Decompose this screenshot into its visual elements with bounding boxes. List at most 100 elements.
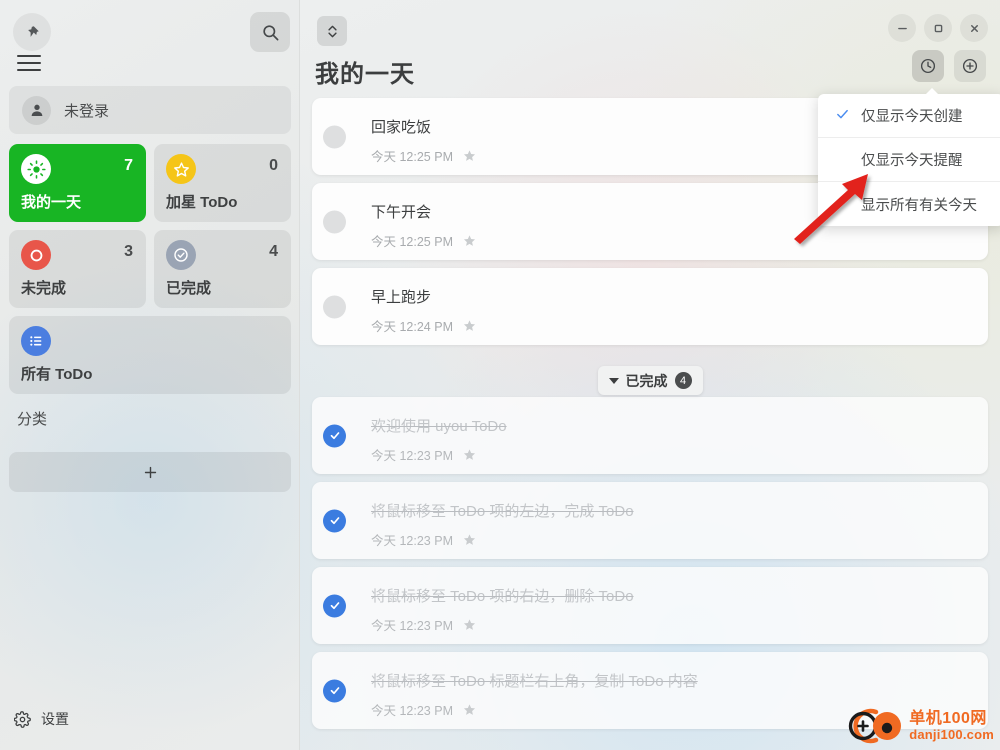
sidebar-item-label: 所有 ToDo — [21, 366, 93, 383]
check-icon — [330, 687, 339, 695]
task-meta: 今天 12:23 PM — [371, 445, 476, 464]
sidebar-item-starred[interactable]: 0 加星 ToDo — [154, 144, 291, 222]
task-time: 今天 12:25 PM — [371, 235, 453, 249]
minimize-button[interactable] — [888, 14, 916, 42]
task-title: 将鼠标移至 ToDo 项的左边，完成 ToDo — [371, 503, 634, 520]
settings-button[interactable]: 设置 — [14, 709, 69, 729]
sidebar-item-count: 3 — [124, 243, 133, 260]
task-meta: 今天 12:23 PM — [371, 700, 476, 719]
star-icon[interactable] — [463, 234, 476, 247]
sidebar-item-completed[interactable]: 4 已完成 — [154, 230, 291, 308]
task-checkbox-checked[interactable] — [323, 594, 346, 617]
task-row-completed[interactable]: 将鼠标移至 ToDo 项的右边，删除 ToDo 今天 12:23 PM — [312, 567, 988, 644]
sidebar-item-count: 7 — [124, 157, 133, 174]
task-row-completed[interactable]: 欢迎使用 uyou ToDo 今天 12:23 PM — [312, 397, 988, 474]
sidebar-item-count: 0 — [269, 157, 278, 174]
pin-button[interactable] — [13, 13, 51, 51]
caret-down-icon — [608, 377, 619, 384]
time-filter-dropdown: 仅显示今天创建 仅显示今天提醒 显示所有有关今天 — [818, 88, 1000, 226]
page-title: 我的一天 — [315, 61, 415, 88]
dropdown-item-label: 仅显示今天创建 — [861, 109, 963, 125]
star-icon[interactable] — [463, 533, 476, 546]
hamburger-icon-bar — [17, 55, 41, 57]
sun-icon — [21, 154, 51, 184]
dropdown-item-all-today[interactable]: 显示所有有关今天 — [818, 182, 1000, 226]
user-name: 未登录 — [64, 102, 110, 120]
close-icon — [970, 24, 978, 32]
plus-circle-icon — [962, 58, 978, 74]
star-icon[interactable] — [463, 319, 476, 332]
user-account-card[interactable]: 未登录 — [9, 86, 291, 134]
user-icon — [31, 104, 42, 116]
task-title: 早上跑步 — [371, 289, 432, 306]
dropdown-item-label: 显示所有有关今天 — [861, 197, 977, 214]
add-todo-button[interactable] — [954, 50, 986, 82]
task-time: 今天 12:23 PM — [371, 534, 453, 548]
task-meta: 今天 12:23 PM — [371, 615, 476, 634]
check-icon — [330, 432, 339, 440]
menu-toggle-button[interactable] — [17, 52, 41, 74]
sidebar-item-my-day[interactable]: 7 我的一天 — [9, 144, 146, 222]
clock-icon — [920, 58, 936, 74]
sidebar-tile-grid: 7 我的一天 0 加星 ToDo 3 未完成 4 已完成 所有 ToDo — [9, 144, 291, 394]
task-checkbox-checked[interactable] — [323, 424, 346, 447]
window-controls — [888, 14, 988, 42]
task-time: 今天 12:23 PM — [371, 449, 453, 463]
star-icon[interactable] — [463, 448, 476, 461]
task-meta: 今天 12:25 PM — [371, 146, 476, 165]
plus-icon — [144, 466, 156, 478]
star-icon[interactable] — [463, 703, 476, 716]
star-icon[interactable] — [463, 618, 476, 631]
check-icon — [330, 517, 339, 525]
sort-updown-icon — [327, 25, 337, 37]
main-panel: 我的一天 回家吃饭 今天 12:25 PM 下午开会 今天 12:25 PM 早… — [300, 0, 1000, 750]
star-icon[interactable] — [463, 149, 476, 162]
circle-icon — [21, 240, 51, 270]
task-time: 今天 12:25 PM — [371, 150, 453, 164]
check-icon — [835, 106, 850, 125]
sidebar-item-count: 4 — [269, 243, 278, 260]
sidebar-item-label: 未完成 — [21, 280, 67, 297]
task-row[interactable]: 早上跑步 今天 12:24 PM — [312, 268, 988, 345]
dropdown-item-created-today[interactable]: 仅显示今天创建 — [818, 94, 1000, 138]
completed-count-badge: 4 — [674, 372, 692, 389]
task-row-completed[interactable]: 将鼠标移至 ToDo 项的左边，完成 ToDo 今天 12:23 PM — [312, 482, 988, 559]
add-category-button[interactable] — [9, 452, 291, 492]
check-icon — [330, 602, 339, 610]
dropdown-item-remind-today[interactable]: 仅显示今天提醒 — [818, 138, 1000, 182]
sidebar: 未登录 7 我的一天 0 加星 ToDo 3 未完成 4 已完成 所有 ToDo… — [0, 0, 300, 750]
pin-icon — [27, 25, 39, 37]
star-icon — [166, 154, 196, 184]
sidebar-item-label: 已完成 — [166, 280, 212, 297]
maximize-button[interactable] — [924, 14, 952, 42]
task-checkbox[interactable] — [323, 210, 346, 233]
task-title: 欢迎使用 uyou ToDo — [371, 418, 507, 435]
toolbar — [912, 50, 986, 82]
task-meta: 今天 12:25 PM — [371, 231, 476, 250]
sort-button[interactable] — [317, 16, 347, 46]
task-meta: 今天 12:23 PM — [371, 530, 476, 549]
sidebar-item-label: 我的一天 — [21, 194, 82, 211]
hamburger-icon-bar — [17, 69, 41, 71]
task-checkbox-checked[interactable] — [323, 509, 346, 532]
category-section-label: 分类 — [17, 411, 48, 428]
close-button[interactable] — [960, 14, 988, 42]
task-checkbox[interactable] — [323, 125, 346, 148]
gear-icon — [14, 710, 31, 728]
search-button[interactable] — [250, 12, 290, 52]
task-row-completed[interactable]: 将鼠标移至 ToDo 标题栏右上角，复制 ToDo 内容 今天 12:23 PM — [312, 652, 988, 729]
task-time: 今天 12:23 PM — [371, 619, 453, 633]
task-title: 将鼠标移至 ToDo 标题栏右上角，复制 ToDo 内容 — [371, 673, 698, 690]
task-title: 回家吃饭 — [371, 119, 432, 136]
task-checkbox[interactable] — [323, 295, 346, 318]
app-window: 未登录 7 我的一天 0 加星 ToDo 3 未完成 4 已完成 所有 ToDo… — [0, 0, 1000, 750]
settings-label: 设置 — [41, 711, 69, 727]
sidebar-item-uncompleted[interactable]: 3 未完成 — [9, 230, 146, 308]
task-title: 将鼠标移至 ToDo 项的右边，删除 ToDo — [371, 588, 634, 605]
task-checkbox-checked[interactable] — [323, 679, 346, 702]
list-icon — [21, 326, 51, 356]
time-filter-button[interactable] — [912, 50, 944, 82]
sidebar-item-label: 加星 ToDo — [166, 194, 238, 211]
sidebar-item-all-todo[interactable]: 所有 ToDo — [9, 316, 291, 394]
completed-section-toggle[interactable]: 已完成 4 — [597, 366, 703, 395]
